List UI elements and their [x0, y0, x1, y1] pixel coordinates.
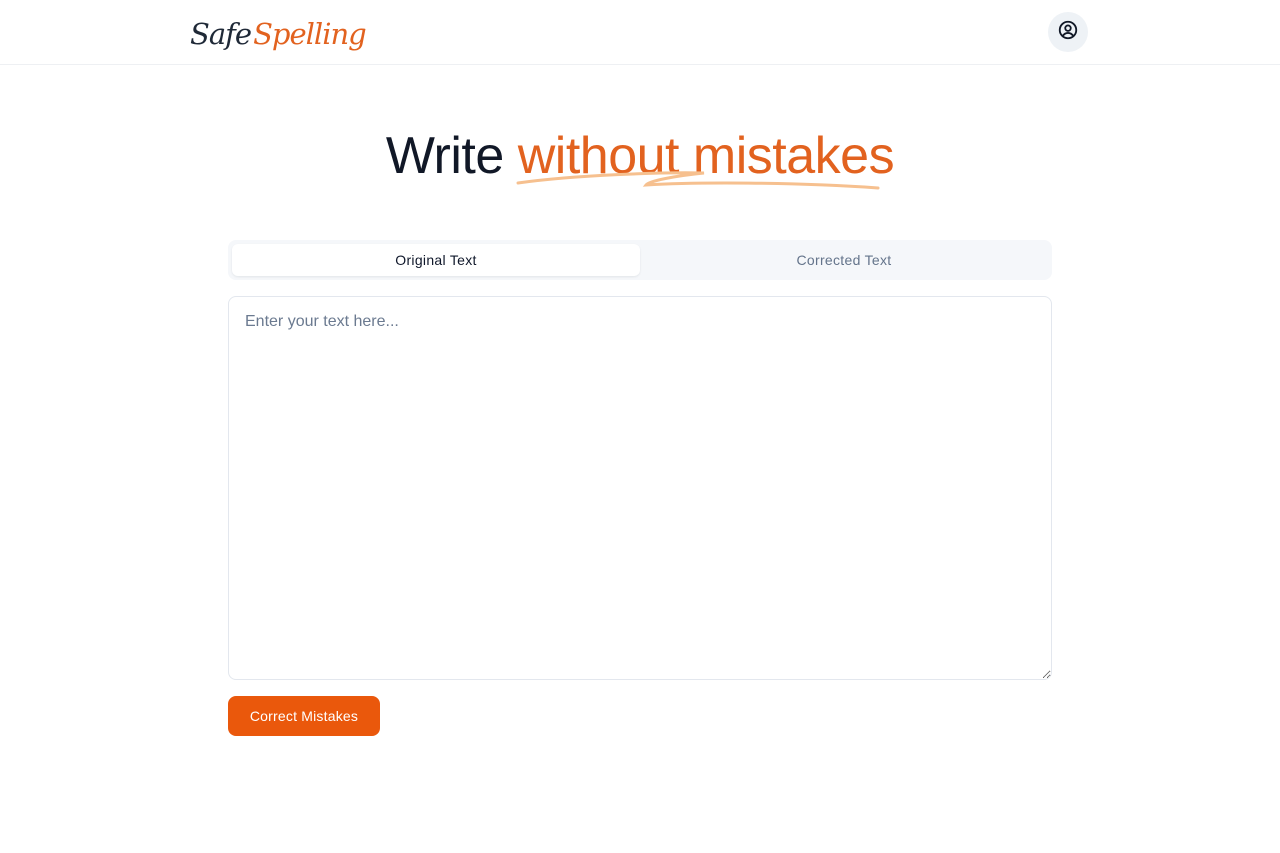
- top-header: Safe Spelling: [0, 0, 1280, 65]
- page-title-highlight: without mistakes: [516, 118, 895, 194]
- correct-mistakes-button[interactable]: Correct Mistakes: [228, 696, 380, 736]
- hero-section: Write without mistakes: [0, 118, 1280, 198]
- logo-word-safe: Safe: [190, 17, 252, 51]
- editor-container: [228, 296, 1052, 680]
- text-input[interactable]: [228, 296, 1052, 680]
- safespelling-logo[interactable]: Safe Spelling: [190, 12, 367, 56]
- user-circle-icon: [1057, 19, 1079, 45]
- account-button[interactable]: [1048, 12, 1088, 52]
- page-title-highlight-text: without mistakes: [517, 127, 895, 185]
- page-title-plain: Write: [385, 127, 518, 185]
- text-view-tabs: Original Text Corrected Text: [228, 240, 1052, 280]
- logo-word-spelling: Spelling: [253, 17, 367, 51]
- tab-original-text[interactable]: Original Text: [232, 244, 640, 276]
- tab-corrected-text[interactable]: Corrected Text: [640, 244, 1048, 276]
- page-title: Write without mistakes: [385, 118, 895, 194]
